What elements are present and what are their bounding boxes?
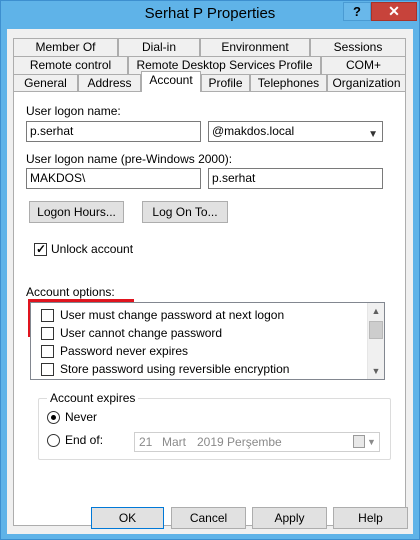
tab-dial-in[interactable]: Dial-in bbox=[118, 38, 200, 56]
unlock-account-label: Unlock account bbox=[51, 242, 134, 256]
logon-name-label: User logon name: bbox=[26, 104, 121, 118]
scroll-thumb[interactable] bbox=[369, 321, 383, 339]
pre2000-domain-field: MAKDOS\ bbox=[26, 168, 201, 189]
apply-button[interactable]: Apply bbox=[252, 507, 327, 529]
tab-general[interactable]: General bbox=[13, 74, 78, 92]
ok-button[interactable]: OK bbox=[91, 507, 164, 529]
option-label: Store password using reversible encrypti… bbox=[60, 362, 290, 376]
scroll-up-icon[interactable]: ▲ bbox=[368, 303, 384, 319]
end-of-label: End of: bbox=[65, 433, 104, 447]
help-button[interactable]: Help bbox=[333, 507, 408, 529]
account-options-label: Account options: bbox=[26, 285, 115, 299]
account-expires-label: Account expires bbox=[47, 391, 139, 405]
date-day: 21 bbox=[139, 435, 153, 449]
logon-name-field[interactable]: p.serhat bbox=[26, 121, 201, 142]
account-expires-group: Account expires Never End of: 21 Mart 20… bbox=[38, 391, 391, 460]
logon-hours-button[interactable]: Logon Hours... bbox=[29, 201, 124, 223]
date-year-weekday: 2019 Perşembe bbox=[197, 435, 282, 449]
domain-dropdown[interactable]: @makdos.local ▼ bbox=[208, 121, 383, 142]
close-button[interactable]: ✕ bbox=[371, 2, 417, 21]
log-on-to-button[interactable]: Log On To... bbox=[142, 201, 228, 223]
tab-organization[interactable]: Organization bbox=[327, 74, 406, 92]
dialog-client-area: Member Of Dial-in Environment Sessions R… bbox=[7, 29, 413, 534]
tab-address[interactable]: Address bbox=[78, 74, 141, 92]
tab-profile[interactable]: Profile bbox=[201, 74, 250, 92]
expiry-date-picker: 21 Mart 2019 Perşembe ▼ bbox=[134, 432, 380, 452]
tab-sessions[interactable]: Sessions bbox=[310, 38, 406, 56]
option-checkbox[interactable] bbox=[41, 309, 54, 322]
tab-environment[interactable]: Environment bbox=[200, 38, 310, 56]
scroll-down-icon[interactable]: ▼ bbox=[368, 363, 384, 379]
pre2000-label: User logon name (pre-Windows 2000): bbox=[26, 152, 233, 166]
unlock-account-checkbox[interactable]: ✓ bbox=[34, 242, 47, 256]
domain-value: @makdos.local bbox=[212, 124, 295, 138]
account-options-list[interactable]: User must change password at next logon … bbox=[30, 302, 385, 380]
pre2000-user-field[interactable]: p.serhat bbox=[208, 168, 383, 189]
tab-telephones[interactable]: Telephones bbox=[250, 74, 327, 92]
tab-com-plus[interactable]: COM+ bbox=[321, 56, 406, 74]
tab-member-of[interactable]: Member Of bbox=[13, 38, 118, 56]
radio-selected-dot bbox=[51, 415, 56, 420]
never-label: Never bbox=[65, 410, 98, 424]
tab-remote-control[interactable]: Remote control bbox=[13, 56, 128, 74]
cancel-button[interactable]: Cancel bbox=[171, 507, 246, 529]
calendar-icon bbox=[353, 435, 365, 448]
option-label: Password never expires bbox=[60, 344, 189, 358]
option-checkbox[interactable] bbox=[41, 363, 54, 376]
chevron-down-icon: ▼ bbox=[367, 437, 376, 447]
account-tab-panel: User logon name: p.serhat @makdos.local … bbox=[13, 91, 406, 526]
help-title-button[interactable]: ? bbox=[343, 2, 371, 21]
end-of-radio[interactable] bbox=[47, 434, 60, 447]
options-scrollbar[interactable]: ▲ ▼ bbox=[367, 303, 384, 379]
option-checkbox[interactable] bbox=[41, 327, 54, 340]
checkmark-icon: ✓ bbox=[36, 242, 47, 256]
never-radio[interactable] bbox=[47, 411, 60, 424]
option-checkbox[interactable] bbox=[41, 345, 54, 358]
tab-account[interactable]: Account bbox=[141, 71, 201, 92]
date-month: Mart bbox=[162, 435, 186, 449]
option-label: User must change password at next logon bbox=[60, 308, 285, 322]
properties-window: Serhat P Properties ? ✕ Member Of Dial-i… bbox=[0, 0, 420, 540]
option-label: User cannot change password bbox=[60, 326, 223, 340]
chevron-down-icon: ▼ bbox=[368, 129, 378, 140]
title-bar: Serhat P Properties ? ✕ bbox=[1, 1, 419, 28]
